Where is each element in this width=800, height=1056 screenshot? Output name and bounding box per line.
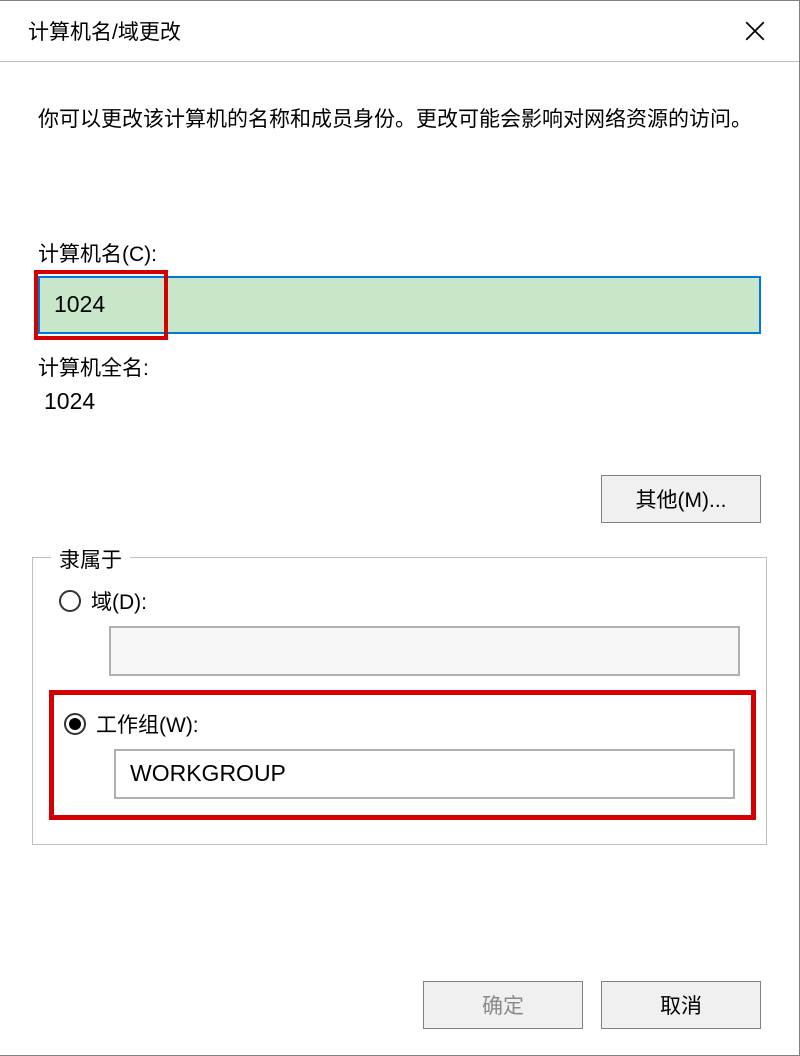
membership-legend: 隶属于 xyxy=(51,544,130,574)
dialog-title: 计算机名/域更改 xyxy=(28,16,181,46)
computer-name-label: 计算机名(C): xyxy=(38,238,761,268)
close-button[interactable] xyxy=(731,13,779,49)
dialog-description: 你可以更改该计算机的名称和成员身份。更改可能会影响对网络资源的访问。 xyxy=(38,102,761,138)
computer-name-input[interactable] xyxy=(38,276,761,334)
domain-radio[interactable] xyxy=(59,590,81,612)
close-icon xyxy=(745,21,765,41)
membership-fieldset: 隶属于 域(D): 工作组(W): xyxy=(32,557,767,845)
workgroup-highlight-box: 工作组(W): xyxy=(49,690,756,820)
workgroup-radio[interactable] xyxy=(64,713,86,735)
computer-name-field-wrap xyxy=(38,276,761,334)
full-computer-name-value: 1024 xyxy=(44,388,761,415)
computer-name-domain-dialog: 计算机名/域更改 你可以更改该计算机的名称和成员身份。更改可能会影响对网络资源的… xyxy=(0,0,800,1056)
more-button[interactable]: 其他(M)... xyxy=(601,475,761,523)
domain-option-row: 域(D): xyxy=(59,586,740,676)
cancel-button[interactable]: 取消 xyxy=(601,981,761,1029)
titlebar: 计算机名/域更改 xyxy=(0,1,799,62)
domain-radio-label: 域(D): xyxy=(91,586,147,616)
full-computer-name-label: 计算机全名: xyxy=(38,352,761,382)
workgroup-radio-control[interactable]: 工作组(W): xyxy=(64,709,735,739)
domain-radio-control[interactable]: 域(D): xyxy=(59,586,740,616)
dialog-button-bar: 确定 取消 xyxy=(423,981,761,1029)
workgroup-input[interactable] xyxy=(114,749,735,799)
dialog-content: 你可以更改该计算机的名称和成员身份。更改可能会影响对网络资源的访问。 计算机名(… xyxy=(0,62,799,845)
workgroup-radio-label: 工作组(W): xyxy=(96,709,199,739)
ok-button[interactable]: 确定 xyxy=(423,981,583,1029)
domain-input xyxy=(109,626,740,676)
